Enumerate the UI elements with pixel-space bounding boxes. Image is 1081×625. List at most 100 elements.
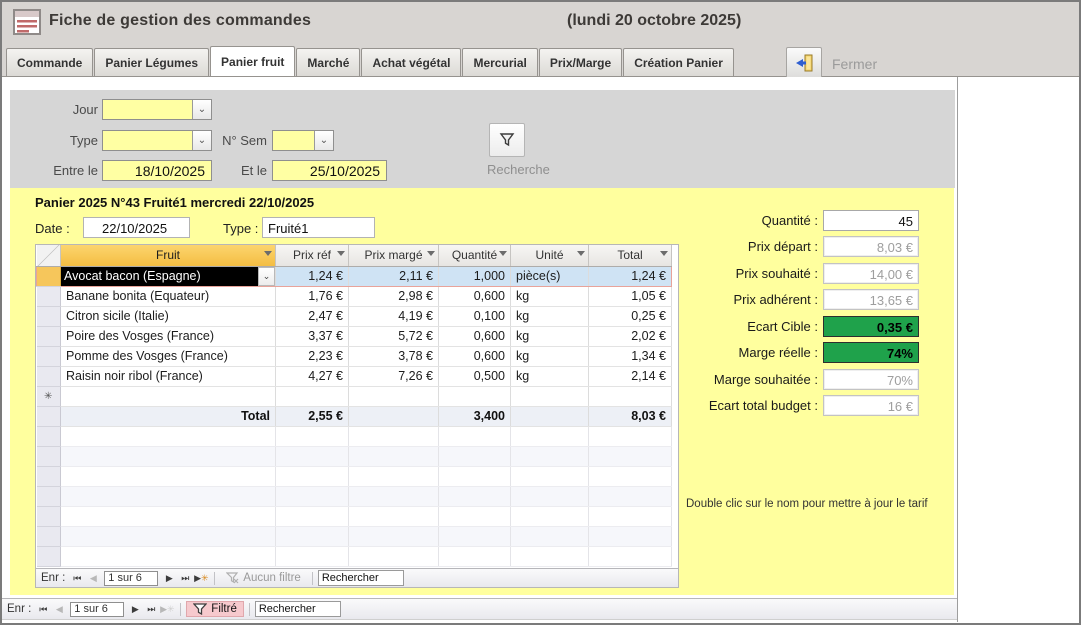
title-bar: Fiche de gestion des commandes (lundi 20… xyxy=(2,2,1079,44)
subform-record-navigation: Enr : ⏮ ◀ 1 sur 6 ▶ ⏭ ▶✳ Aucun filtre xyxy=(36,568,678,587)
record-selector[interactable] xyxy=(37,286,61,306)
quantite-cell[interactable]: 0,600 xyxy=(439,326,511,346)
type-filter-combobox[interactable]: ⌄ xyxy=(102,130,212,151)
quantite-cell[interactable]: 0,600 xyxy=(439,286,511,306)
fruit-cell-editing[interactable]: Avocat bacon (Espagne) ⌄ xyxy=(61,266,276,286)
fruit-cell[interactable]: Poire des Vosges (France) xyxy=(61,326,276,346)
last-record-button[interactable]: ⏭ xyxy=(143,604,159,615)
chevron-down-icon xyxy=(337,251,345,256)
chevron-down-icon[interactable]: ⌄ xyxy=(258,267,275,286)
column-header-fruit[interactable]: Fruit xyxy=(61,245,276,266)
unite-cell[interactable]: kg xyxy=(511,306,589,326)
fruits-datasheet-subform: Fruit Prix réf Prix margé Quantité Unité… xyxy=(35,244,679,588)
fruit-cell[interactable]: Raisin noir ribol (France) xyxy=(61,366,276,386)
et-le-label: Et le xyxy=(215,163,267,178)
new-record-button[interactable]: ▶✳ xyxy=(159,604,175,615)
prix-ref-cell[interactable]: 1,24 € xyxy=(276,266,349,286)
ecart-cible-field: 0,35 € xyxy=(823,316,919,337)
panier-date-field[interactable]: 22/10/2025 xyxy=(83,217,190,238)
prix-marge-cell[interactable]: 7,26 € xyxy=(349,366,439,386)
next-record-button[interactable]: ▶ xyxy=(161,573,177,584)
prix-marge-cell[interactable]: 4,19 € xyxy=(349,306,439,326)
tab-commande[interactable]: Commande xyxy=(6,48,93,76)
chevron-down-icon xyxy=(499,251,507,256)
table-row[interactable]: Raisin noir ribol (France) 4,27 € 7,26 €… xyxy=(37,366,672,386)
form-search-input[interactable] xyxy=(255,601,341,617)
tab-panier-fruit[interactable]: Panier fruit xyxy=(210,46,295,76)
prix-marge-cell[interactable]: 2,11 € xyxy=(349,266,439,286)
new-record-icon[interactable]: ✳ xyxy=(37,386,61,406)
fruit-cell[interactable]: Banane bonita (Equateur) xyxy=(61,286,276,306)
close-label: Fermer xyxy=(832,56,877,72)
column-header-quantite[interactable]: Quantité xyxy=(439,245,511,266)
unite-cell[interactable]: kg xyxy=(511,366,589,386)
first-record-button[interactable]: ⏮ xyxy=(35,604,51,615)
table-row[interactable]: Poire des Vosges (France) 3,37 € 5,72 € … xyxy=(37,326,672,346)
new-record-button[interactable]: ▶✳ xyxy=(193,573,209,584)
prix-ref-cell[interactable]: 1,76 € xyxy=(276,286,349,306)
table-row[interactable]: Pomme des Vosges (France) 2,23 € 3,78 € … xyxy=(37,346,672,366)
record-position-box[interactable]: 1 sur 6 xyxy=(104,571,158,586)
next-record-button[interactable]: ▶ xyxy=(127,604,143,615)
record-selector[interactable] xyxy=(37,266,61,286)
jour-combobox[interactable]: ⌄ xyxy=(102,99,212,120)
panier-type-field[interactable]: Fruité1 xyxy=(262,217,375,238)
first-record-button[interactable]: ⏮ xyxy=(69,573,85,584)
quantite-cell[interactable]: 1,000 xyxy=(439,266,511,286)
prix-ref-cell[interactable]: 2,47 € xyxy=(276,306,349,326)
no-filter-indicator[interactable]: Aucun filtre xyxy=(220,570,307,586)
prix-marge-cell[interactable]: 2,98 € xyxy=(349,286,439,306)
prix-marge-cell[interactable]: 5,72 € xyxy=(349,326,439,346)
tab-marche[interactable]: Marché xyxy=(296,48,360,76)
column-header-unite[interactable]: Unité xyxy=(511,245,589,266)
record-position-box[interactable]: 1 sur 6 xyxy=(70,602,124,617)
quantite-cell[interactable]: 0,600 xyxy=(439,346,511,366)
unite-cell[interactable]: kg xyxy=(511,286,589,306)
form-right-border xyxy=(957,77,958,622)
prix-marge-cell[interactable]: 3,78 € xyxy=(349,346,439,366)
quantite-cell[interactable]: 0,100 xyxy=(439,306,511,326)
quantite-cell[interactable]: 0,500 xyxy=(439,366,511,386)
prix-ref-cell[interactable]: 2,23 € xyxy=(276,346,349,366)
prix-adherent-label: Prix adhérent : xyxy=(648,292,818,307)
record-selector[interactable] xyxy=(37,346,61,366)
date-debut-field[interactable]: 18/10/2025 xyxy=(102,160,212,181)
fruit-cell[interactable]: Citron sicile (Italie) xyxy=(61,306,276,326)
jour-label: Jour xyxy=(10,102,98,117)
tab-creation-panier[interactable]: Création Panier xyxy=(623,48,734,76)
unite-cell[interactable]: kg xyxy=(511,326,589,346)
previous-record-button[interactable]: ◀ xyxy=(85,573,101,584)
last-record-button[interactable]: ⏭ xyxy=(177,573,193,584)
date-fin-field[interactable]: 25/10/2025 xyxy=(272,160,387,181)
new-record-row[interactable]: ✳ xyxy=(37,386,672,406)
fruit-cell[interactable]: Pomme des Vosges (France) xyxy=(61,346,276,366)
prix-ref-cell[interactable]: 3,37 € xyxy=(276,326,349,346)
subform-search-input[interactable] xyxy=(318,570,404,586)
filtered-indicator[interactable]: Filtré xyxy=(186,601,244,617)
table-row[interactable]: Citron sicile (Italie) 2,47 € 4,19 € 0,1… xyxy=(37,306,672,326)
record-selector[interactable] xyxy=(37,306,61,326)
tab-panier-legumes[interactable]: Panier Légumes xyxy=(94,48,209,76)
close-form-button[interactable] xyxy=(786,47,822,79)
recherche-button[interactable] xyxy=(489,123,525,157)
num-semaine-combobox[interactable]: ⌄ xyxy=(272,130,334,151)
record-selector[interactable] xyxy=(37,366,61,386)
form-content: Jour ⌄ Type ⌄ N° Sem ⌄ Entre le 18/10/20… xyxy=(2,77,1079,623)
divider xyxy=(214,572,215,585)
quantite-field[interactable]: 45 xyxy=(823,210,919,231)
record-selector[interactable] xyxy=(37,326,61,346)
unite-cell[interactable]: pièce(s) xyxy=(511,266,589,286)
column-header-prix-ref[interactable]: Prix réf xyxy=(276,245,349,266)
unite-cell[interactable]: kg xyxy=(511,346,589,366)
datasheet-corner-cell[interactable] xyxy=(37,245,61,266)
previous-record-button[interactable]: ◀ xyxy=(51,604,67,615)
column-header-prix-marge[interactable]: Prix margé xyxy=(349,245,439,266)
prix-ref-cell[interactable]: 4,27 € xyxy=(276,366,349,386)
tab-prix-marge[interactable]: Prix/Marge xyxy=(539,48,622,76)
table-row-selected[interactable]: Avocat bacon (Espagne) ⌄ 1,24 € 2,11 € 1… xyxy=(37,266,672,286)
tab-achat-vegetal[interactable]: Achat végétal xyxy=(361,48,461,76)
table-row[interactable]: Banane bonita (Equateur) 1,76 € 2,98 € 0… xyxy=(37,286,672,306)
ecart-total-budget-field: 16 € xyxy=(823,395,919,416)
tab-mercurial[interactable]: Mercurial xyxy=(462,48,537,76)
page-title: Fiche de gestion des commandes xyxy=(49,12,311,30)
